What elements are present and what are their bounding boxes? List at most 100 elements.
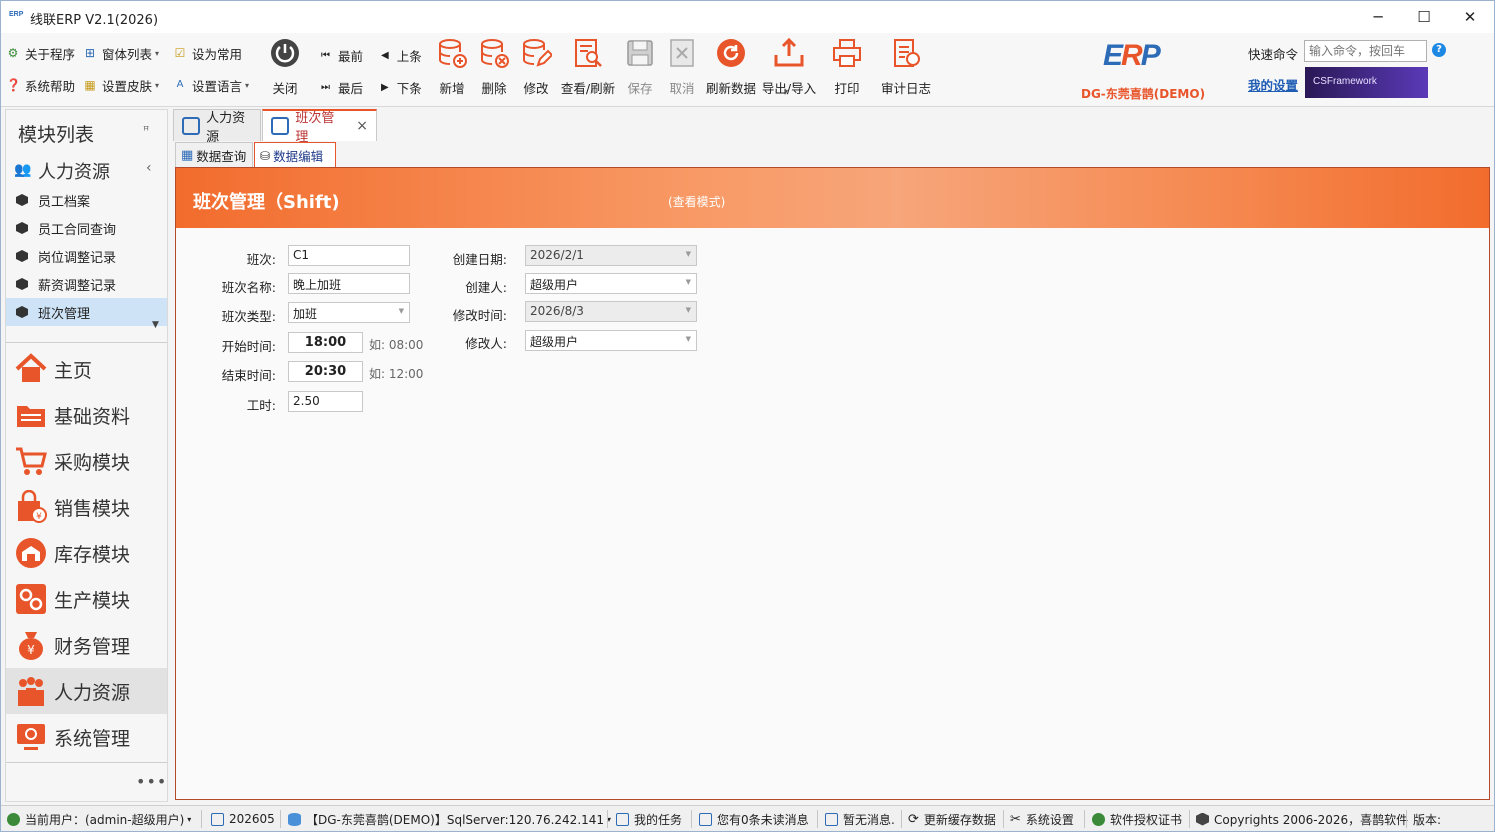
module-system[interactable]: 系统管理 — [6, 714, 167, 760]
grid-icon: ▦ — [181, 147, 194, 163]
sidebar-item-position-change[interactable]: 岗位调整记录 — [6, 242, 167, 270]
set-language-button[interactable]: A 设置语言 ▾ — [173, 74, 249, 96]
nav-next-button[interactable]: ▶ 下条 — [381, 78, 422, 97]
shift-name-field[interactable]: 晚上加班 — [288, 273, 410, 294]
status-system-settings[interactable]: ✂ 系统设置 — [1010, 806, 1074, 832]
set-skin-button[interactable]: ▦ 设置皮肤 ▾ — [83, 74, 159, 96]
modifier-field[interactable]: 超级用户 ▼ — [525, 330, 697, 351]
audit-log-icon — [894, 39, 920, 67]
my-settings-link[interactable]: 我的设置 — [1248, 75, 1298, 94]
created-date-field[interactable]: 2026/2/1 ▼ — [525, 245, 697, 266]
home-icon — [15, 353, 47, 382]
help-icon[interactable]: ? — [1432, 43, 1446, 57]
arrow-right-icon: ▶ — [381, 82, 389, 93]
sidebar-divider — [6, 342, 167, 343]
maximize-button[interactable]: ☐ — [1401, 1, 1447, 33]
database-edit-icon: ⛁ — [260, 148, 271, 163]
edit-form-panel: 班次管理（Shift) (查看模式) 班次: C1 班次名称: 晚上加班 班次类… — [175, 167, 1490, 800]
sidebar-item-shift-management[interactable]: 班次管理 — [6, 298, 167, 326]
sidebar-item-employee-file[interactable]: 员工档案 — [6, 186, 167, 214]
nav-first-button[interactable]: ⏮ 最前 — [321, 46, 363, 65]
end-time-field[interactable]: 20:30 — [288, 361, 363, 382]
status-period[interactable]: 202605 — [211, 806, 275, 832]
status-notice[interactable]: 暂无消息. — [825, 806, 895, 832]
modified-time-field[interactable]: 2026/8/3 ▼ — [525, 301, 697, 322]
tab-hr[interactable]: 人力资源 — [173, 109, 261, 145]
chevron-down-icon: ▼ — [685, 335, 691, 343]
chevron-down-icon: ▾ — [155, 80, 160, 90]
creator-field[interactable]: 超级用户 ▼ — [525, 273, 697, 294]
set-favorite-button[interactable]: ☑ 设为常用 — [173, 42, 242, 64]
status-separator — [1406, 810, 1407, 828]
nav-last-button[interactable]: ⏭ 最后 — [321, 78, 363, 97]
close-window-button[interactable]: ✕ — [1447, 1, 1493, 33]
print-button[interactable]: 打印 — [820, 37, 874, 101]
module-purchasing[interactable]: 采购模块 — [6, 438, 167, 484]
status-messages[interactable]: 您有0条未读消息 — [699, 806, 809, 832]
chevron-down-icon: ▼ — [685, 306, 691, 314]
document-tabs: 人力资源 班次管理 × — [171, 109, 1494, 145]
csframework-banner[interactable]: CSFramework — [1305, 67, 1428, 98]
status-separator — [901, 810, 902, 828]
nav-prev-button[interactable]: ◀ 上条 — [381, 46, 422, 65]
module-home[interactable]: 主页 — [6, 346, 167, 392]
window-icon — [182, 116, 201, 135]
module-basic-data[interactable]: 基础资料 — [6, 392, 167, 438]
task-list-icon — [616, 812, 629, 826]
module-production[interactable]: 生产模块 — [6, 576, 167, 622]
module-sidebar: 模块列表 ꟸ 👥 人力资源 ‹ 员工档案 员工合同查询 岗位调整记录 薪资调整记… — [5, 109, 168, 802]
about-program-button[interactable]: ⚙ 关于程序 — [6, 42, 75, 64]
document-search-icon — [575, 39, 602, 67]
shift-field[interactable]: C1 — [288, 245, 410, 266]
tab-data-edit[interactable]: ⛁ 数据编辑 — [254, 142, 336, 168]
palette-grid-icon: ▦ — [84, 78, 96, 92]
refresh-data-button[interactable]: 刷新数据 — [703, 37, 759, 101]
quick-command-input[interactable] — [1304, 40, 1427, 62]
ribbon-toolbar: ⚙ 关于程序 ⊞ 窗体列表 ▾ ☑ 设为常用 ❓ 系统帮助 ▦ 设置皮肤 ▾ A 设置语言 ▾ 关… — [1, 33, 1494, 107]
work-hours-field[interactable]: 2.50 — [288, 391, 363, 412]
status-database[interactable]: 【DG-东莞喜鹊(DEMO)】SqlServer:120.76.242.141 ▾ — [288, 806, 611, 832]
export-import-button[interactable]: 导出/导入 — [759, 37, 819, 101]
status-my-tasks[interactable]: 我的任务 — [616, 806, 682, 832]
edit-button[interactable]: 修改 — [509, 37, 563, 101]
sidebar-item-contract-query[interactable]: 员工合同查询 — [6, 214, 167, 242]
tab-data-query[interactable]: ▦ 数据查询 — [175, 142, 253, 168]
window-list-button[interactable]: ⊞ 窗体列表 ▾ — [83, 42, 159, 64]
status-refresh-cache[interactable]: ⟳ 更新缓存数据 — [908, 806, 996, 832]
chevron-down-icon: ▾ — [784, 87, 789, 96]
help-circle-icon: ❓ — [6, 78, 21, 92]
status-copyright: Copyrights 2006-2026，喜鹊软件 — [1196, 806, 1408, 832]
cancel-button[interactable]: 取消 — [655, 37, 709, 101]
quick-command-label: 快速命令 — [1248, 47, 1299, 62]
status-license[interactable]: 软件授权证书 — [1092, 806, 1182, 832]
more-options-icon[interactable]: ••• — [136, 772, 167, 791]
module-sales[interactable]: ¥ 销售模块 — [6, 484, 167, 530]
scroll-down-icon[interactable]: ▼ — [152, 320, 159, 330]
status-separator — [817, 810, 818, 828]
module-hr[interactable]: 人力资源 — [6, 668, 167, 714]
shift-type-select[interactable]: 加班 ▼ — [288, 302, 410, 323]
module-finance[interactable]: ¥ 财务管理 — [6, 622, 167, 668]
window-icon — [271, 117, 290, 135]
close-tab-icon[interactable]: × — [356, 118, 368, 134]
cube-icon — [1196, 812, 1209, 826]
sidebar-item-salary-change[interactable]: 薪资调整记录 — [6, 270, 167, 298]
minimize-button[interactable]: ─ — [1355, 1, 1401, 33]
printer-icon — [833, 39, 861, 67]
pin-icon[interactable]: ꟸ — [143, 124, 149, 137]
start-time-field[interactable]: 18:00 — [288, 332, 363, 353]
status-separator — [201, 810, 202, 828]
audit-log-button[interactable]: 审计日志 — [879, 37, 933, 101]
chevron-left-icon[interactable]: ‹ — [146, 160, 152, 176]
shift-label: 班次: — [246, 252, 276, 267]
tab-shift-management[interactable]: 班次管理 × — [262, 109, 377, 145]
title-bar: ERP 线联ERP V2.1(2026) ─ ☐ ✕ — [1, 1, 1494, 33]
module-inventory[interactable]: 库存模块 — [6, 530, 167, 576]
view-refresh-button[interactable]: 查看/刷新 — [557, 37, 619, 101]
close-form-button[interactable]: 关闭 — [258, 37, 312, 101]
cube-icon — [16, 278, 28, 290]
status-current-user[interactable]: 当前用户：(admin-超级用户) ▾ — [7, 806, 191, 832]
sidebar-group-hr[interactable]: 👥 人力资源 ‹ — [6, 156, 167, 184]
chat-icon — [699, 812, 712, 826]
system-help-button[interactable]: ❓ 系统帮助 — [6, 74, 75, 96]
